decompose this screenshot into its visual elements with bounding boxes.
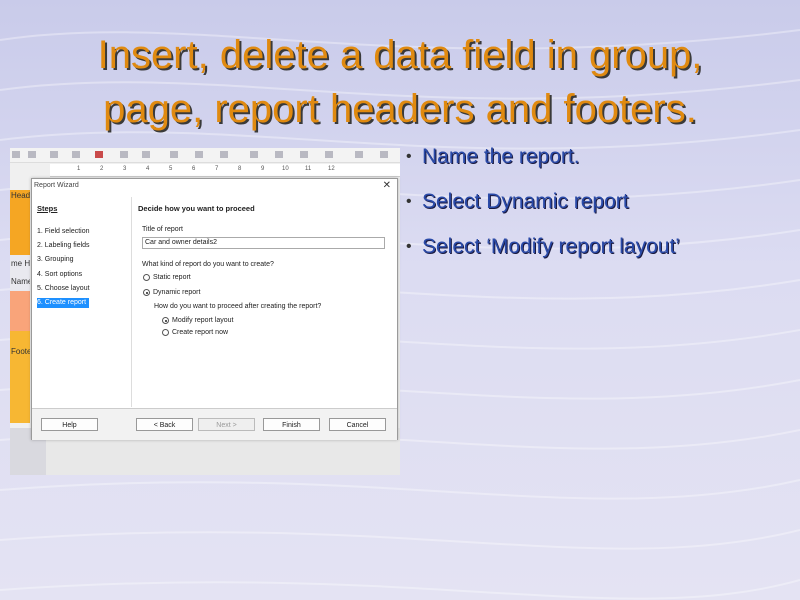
toolbar-button-icon[interactable] [72, 151, 80, 158]
steps-heading: Steps [37, 204, 58, 213]
kind-question: What kind of report do you want to creat… [142, 261, 274, 268]
next-button[interactable]: Next > [198, 418, 255, 431]
bullet-dot-icon: • [406, 193, 412, 210]
ruler-tick: 10 [282, 166, 289, 172]
help-button[interactable]: Help [41, 418, 98, 431]
section-heading: Decide how you want to proceed [138, 204, 255, 213]
slide-title-line-2: page, report headers and footers. [103, 87, 697, 131]
band-report-header[interactable]: Header [10, 190, 30, 255]
back-button[interactable]: < Back [136, 418, 193, 431]
designer-toolbar [10, 148, 400, 163]
ruler-tick: 3 [123, 166, 127, 172]
toolbar-button-icon[interactable] [28, 151, 36, 158]
toolbar-button-icon[interactable] [120, 151, 128, 158]
bullet-item: • Name the report. [406, 143, 796, 171]
band-page-header[interactable]: me He [10, 255, 30, 273]
static-report-radio[interactable] [143, 274, 150, 281]
bullet-text: Select Dynamic report [422, 190, 629, 213]
step-sort-options[interactable]: 4. Sort options [37, 270, 127, 280]
toolbar-button-icon[interactable] [250, 151, 258, 158]
ruler-tick: 5 [169, 166, 173, 172]
toolbar-button-icon[interactable] [220, 151, 228, 158]
toolbar-button-icon[interactable] [170, 151, 178, 158]
ruler-tick: 8 [238, 166, 242, 172]
ruler-tick: 9 [261, 166, 265, 172]
wizard-main-pane: Decide how you want to proceed Title of … [132, 197, 394, 407]
step-grouping[interactable]: 3. Grouping [37, 255, 127, 265]
dialog-button-bar: Help < Back Next > Finish Cancel [32, 408, 397, 440]
toolbar-button-icon[interactable] [300, 151, 308, 158]
band-label: me He [11, 259, 30, 268]
ruler-tick: 11 [305, 166, 312, 172]
horizontal-ruler: 1 2 3 4 5 6 7 8 9 10 11 12 [50, 164, 400, 177]
bullet-dot-icon: • [406, 238, 412, 255]
slide-title: Insert, delete a data field in group, pa… [20, 28, 780, 136]
toolbar-button-icon[interactable] [195, 151, 203, 158]
cancel-button[interactable]: Cancel [329, 418, 386, 431]
report-section-bands: Header me He Name Footer [10, 190, 30, 428]
modify-layout-label[interactable]: Modify report layout [172, 317, 233, 324]
proceed-question: How do you want to proceed after creatin… [154, 303, 322, 310]
step-labeling-fields[interactable]: 2. Labeling fields [37, 241, 127, 251]
bullet-text: Select ‘Modify report layout’ [422, 235, 680, 258]
create-now-label[interactable]: Create report now [172, 329, 228, 336]
dynamic-report-radio[interactable] [143, 289, 150, 296]
close-icon[interactable]: ✕ [383, 180, 391, 191]
bullet-list: • Name the report. • Select Dynamic report… [406, 143, 796, 278]
ruler-tick: 12 [328, 166, 335, 172]
band-label: Header [11, 191, 30, 200]
ruler-tick: 7 [215, 166, 219, 172]
create-now-radio[interactable] [162, 329, 169, 336]
bullet-item: • Select ‘Modify report layout’ [406, 233, 796, 261]
band-report-footer[interactable]: Footer [10, 331, 30, 423]
slide-title-line-1: Insert, delete a data field in group, [97, 33, 703, 77]
color-icon[interactable] [95, 151, 103, 158]
toolbar-button-icon[interactable] [275, 151, 283, 158]
band-label: Name [11, 277, 30, 286]
step-field-selection[interactable]: 1. Field selection [37, 227, 127, 237]
ruler-tick: 4 [146, 166, 150, 172]
finish-button[interactable]: Finish [263, 418, 320, 431]
toolbar-button-icon[interactable] [50, 151, 58, 158]
ruler-tick: 1 [77, 166, 81, 172]
toolbar-button-icon[interactable] [380, 151, 388, 158]
report-wizard-dialog: Report Wizard ✕ Steps 1. Field selection… [31, 178, 398, 440]
toolbar-button-icon[interactable] [355, 151, 363, 158]
toolbar-button-icon[interactable] [12, 151, 20, 158]
toolbar-button-icon[interactable] [142, 151, 150, 158]
bullet-dot-icon: • [406, 148, 412, 165]
toolbar-button-icon[interactable] [325, 151, 333, 158]
title-label: Title of report [142, 226, 183, 233]
dynamic-report-label[interactable]: Dynamic report [153, 289, 200, 296]
static-report-label[interactable]: Static report [153, 274, 191, 281]
ruler-tick: 6 [192, 166, 196, 172]
dialog-title: Report Wizard [34, 182, 79, 189]
step-create-report[interactable]: 6. Create report [37, 298, 89, 308]
modify-layout-radio[interactable] [162, 317, 169, 324]
step-choose-layout[interactable]: 5. Choose layout [37, 284, 127, 294]
report-title-input[interactable] [142, 237, 385, 249]
band-group-header[interactable]: Name [10, 273, 30, 291]
ruler-tick: 2 [100, 166, 104, 172]
bullet-text: Name the report. [422, 145, 580, 168]
band-detail[interactable] [10, 291, 30, 331]
band-label: Footer [11, 347, 30, 356]
bullet-item: • Select Dynamic report [406, 188, 796, 216]
steps-pane: Steps 1. Field selection 2. Labeling fie… [33, 197, 132, 407]
